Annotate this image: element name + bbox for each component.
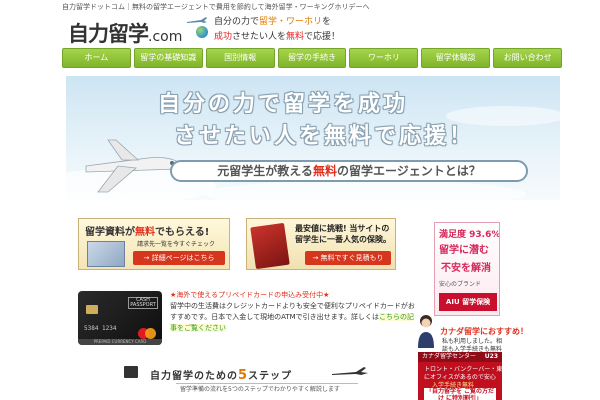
canada-ad-discount: 「自力留学を ご覧の方だけ に特別割引」 [424, 388, 496, 400]
steps-subtitle: 留学準備の流れを5つのステップでわかりやすく解説します [180, 386, 340, 392]
nav-item-stories[interactable]: 留学体験談 [421, 48, 491, 68]
header-tagline: 自分の力で留学・ワーホリを 成功させたい人を無料で応援！ [214, 17, 341, 42]
site-header: 自力留学.com 自分の力で留学・ワーホリを 成功させたい人を無料で応援！ [62, 14, 562, 48]
five-steps-heading: 自力留学のための5ステップ [120, 366, 370, 384]
hero-banner[interactable]: 自分の力で留学を成功 させたい人を無料で応援！ 元留学生が教える無料の留学エージ… [66, 76, 560, 200]
prepaid-card-image[interactable]: CASH PASSPORT 5384 1234 PREPAID CURRENCY… [78, 291, 162, 345]
materials-detail-button[interactable]: → 詳細ページはこちら [133, 251, 225, 265]
nav-item-workingholiday[interactable]: ワーホリ [349, 48, 419, 68]
satisfaction-rate: 満足度 93.6% [439, 230, 500, 240]
side-ad-brand: AIU 留学保険 [439, 293, 497, 311]
hero-headline-1: 自分の力で留学を成功 [158, 92, 409, 117]
site-logo[interactable]: 自力留学.com [68, 18, 182, 48]
logo-main-text: 自力留学 [68, 22, 149, 46]
prepaid-card-text: ★海外で使えるプリペイドカードの申込み受付中★ 留学中の生活費はクレジットカード… [170, 290, 418, 334]
card-base-label: PREPAID CURRENCY CARD [78, 339, 162, 345]
person-avatar [416, 314, 436, 348]
u23-badge: U23 [484, 353, 498, 360]
insurance-banner[interactable]: 最安値に挑戦! 当サイトの留学生に一番人気の保険。 → 無料ですぐ見積もり [246, 218, 396, 270]
card-chip-icon [86, 305, 98, 314]
main-nav: ホーム 留学の基礎知識 国別情報 留学の手続き ワーホリ 留学体験談 お問い合わ… [62, 48, 563, 68]
insurance-quote-button[interactable]: → 無料ですぐ見積もり [305, 251, 391, 265]
aiu-insurance-ad[interactable]: 満足度 93.6% 留学に潜む 不安を解消 安心のブランド AIU 留学保険 [434, 222, 500, 316]
airplane-icon [187, 17, 207, 23]
materials-banner-sub: 請求先一覧を今すぐチェック [137, 241, 216, 248]
passport-icon [250, 222, 290, 269]
nav-item-procedures[interactable]: 留学の手続き [277, 48, 347, 68]
prepaid-card-heading[interactable]: ★海外で使えるプリペイドカードの申込み受付中★ [170, 291, 329, 299]
hero-headline-2: させたい人を無料で応援！ [174, 124, 475, 149]
card-number: 5384 1234 [84, 325, 117, 332]
side-ad-line-2: 不安を解消 [441, 263, 491, 274]
nav-item-basics[interactable]: 留学の基礎知識 [133, 48, 203, 68]
card-brand-label: CASH PASSPORT [128, 297, 158, 309]
top-description: 自力留学ドットコム｜無料の留学エージェントで費用を節約して海外留学・ワーキングホ… [62, 3, 370, 11]
steps-title: 自力留学のための5ステップ [150, 368, 293, 383]
nav-item-contact[interactable]: お問い合わせ [493, 48, 563, 68]
canada-center-ad[interactable]: カナダ留学センター U23 トロント・バンクーバー・東京 にオフィスがあるので安… [418, 352, 502, 400]
nav-item-countries[interactable]: 国別情報 [205, 48, 275, 68]
hero-cta-pill[interactable]: 元留学生が教える無料の留学エージェントとは？ [170, 160, 528, 182]
mastercard-icon [138, 328, 156, 339]
materials-banner-title: 留学資料が無料でもらえる! [85, 227, 210, 238]
globe-icon [196, 26, 208, 38]
insurance-banner-title: 最安値に挑戦! 当サイトの留学生に一番人気の保険。 [295, 224, 391, 244]
materials-banner[interactable]: 留学資料が無料でもらえる! 請求先一覧を今すぐチェック → 詳細ページはこちら [78, 218, 230, 270]
logo-domain-text: .com [148, 29, 183, 45]
checkbox-icon [124, 366, 138, 378]
side-ad-line-3: 安心のブランド [439, 281, 482, 288]
prepaid-card-body: 留学中の生活費はクレジットカードよりも安全で便利なプリペイドカードがおすすめです… [170, 302, 415, 332]
nav-item-home[interactable]: ホーム [62, 48, 131, 68]
canada-title: カナダ留学におすすめ！ [440, 327, 528, 336]
side-ad-line-1: 留学に潜む [439, 245, 489, 256]
airplane-icon [332, 367, 368, 375]
canada-ad-header: カナダ留学センター U23 [418, 352, 502, 362]
brochure-icon [87, 241, 125, 267]
